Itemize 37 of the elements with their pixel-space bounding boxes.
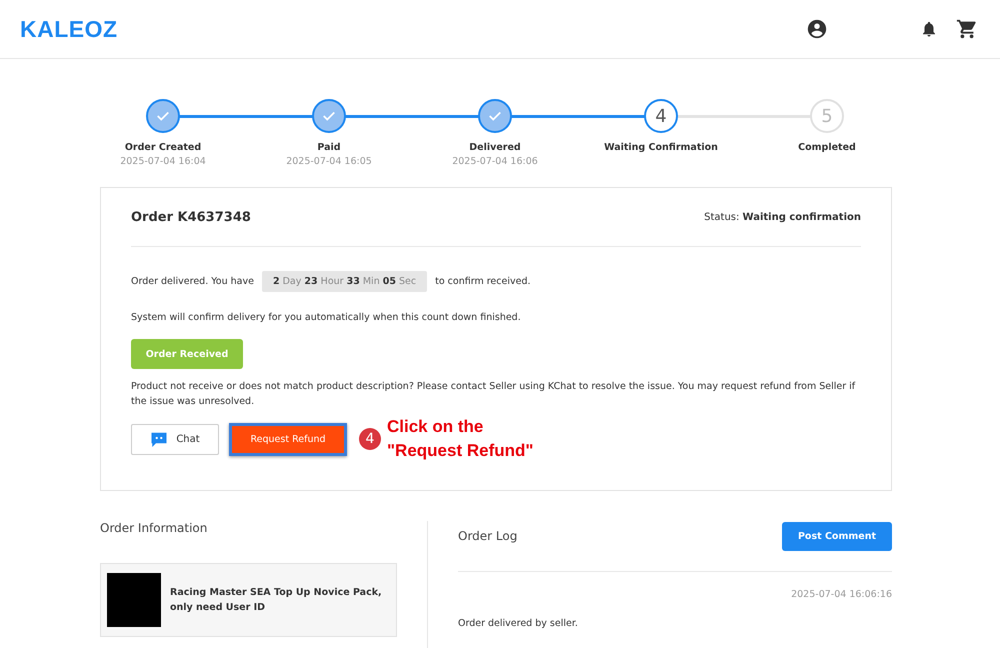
step-time: 2025-07-04 16:05 xyxy=(286,156,372,167)
log-text: Order delivered by seller. xyxy=(458,617,579,631)
order-status: Status: Waiting confirmation xyxy=(704,212,861,222)
order-received-button[interactable]: Order Received xyxy=(131,339,243,369)
countdown-timer: 2 Day 23 Hour 33 Min 05 Sec xyxy=(262,271,428,292)
account-icon[interactable] xyxy=(806,18,828,40)
photo-placeholder xyxy=(107,573,161,627)
step-time: 2025-07-04 16:06 xyxy=(452,156,538,167)
delivered-text: Order delivered. You have xyxy=(131,275,254,289)
product-name: Racing Master SEA Top Up Novice Pack, only need User ID xyxy=(170,586,383,615)
request-refund-button[interactable]: Request Refund xyxy=(229,422,347,456)
log-time: 2025-07-04 16:06:16 xyxy=(790,589,892,600)
chat-button[interactable]: Chat xyxy=(131,424,219,454)
section-title: Order Information xyxy=(100,521,208,535)
confirm-text: to confirm received. xyxy=(435,275,531,289)
step-label: Delivered xyxy=(469,142,521,153)
post-comment-button[interactable]: Post Comment xyxy=(782,522,892,550)
step-number-circle: 5 xyxy=(810,99,844,133)
step-label: Order Created xyxy=(124,142,202,153)
check-icon xyxy=(488,109,502,123)
bell-icon[interactable] xyxy=(920,20,938,38)
chat-bubble-icon xyxy=(150,430,168,448)
step-label: Waiting Confirmation xyxy=(604,142,718,153)
section-title: Order Log xyxy=(458,529,518,543)
annotation-text: Click on the "Request Refund" xyxy=(387,416,534,462)
issue-text: Product not receive or does not match product description? Please contact Seller using KChat to resolve the issue. You may request refund from Seller if the issue was unresolved. xyxy=(131,380,856,409)
cart-icon[interactable] xyxy=(956,18,978,40)
order-title: Order K4637348 xyxy=(131,210,251,224)
check-icon xyxy=(156,109,170,123)
step-time: 2025-07-04 16:04 xyxy=(120,156,206,167)
step-badge: 4 xyxy=(359,428,381,450)
step-label: Completed xyxy=(798,142,856,153)
check-icon xyxy=(322,109,336,123)
step-number-circle: 4 xyxy=(644,99,678,133)
logo[interactable]: KALEOZ xyxy=(20,16,118,42)
auto-confirm-text: System will confirm delivery for you automatically when this count down finished. xyxy=(131,311,522,325)
step-label: Paid xyxy=(317,142,341,153)
